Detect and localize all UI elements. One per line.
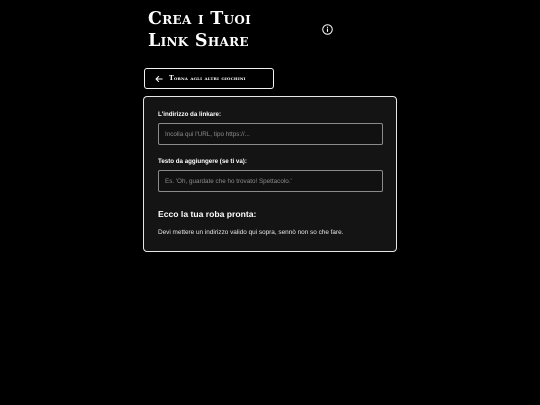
page-title: Crea i Tuoi Link Share	[148, 8, 318, 52]
share-text-input[interactable]	[158, 170, 383, 192]
back-to-games-button[interactable]: Torna agli altri giochini	[144, 68, 274, 89]
info-icon[interactable]	[322, 22, 333, 35]
page-title-line-2: Link Share	[148, 31, 249, 51]
url-field-label: L'indirizzo da linkare:	[158, 111, 222, 118]
result-heading: Ecco la tua roba pronta:	[158, 209, 257, 219]
page: Crea i Tuoi Link Share Torna agli altri …	[0, 0, 540, 405]
text-field-label: Testo da aggiungere (se ti va):	[158, 158, 247, 165]
arrow-left-icon	[155, 75, 163, 82]
page-title-line-1: Crea i Tuoi	[148, 9, 252, 29]
url-input[interactable]	[158, 123, 383, 145]
back-button-label: Torna agli altri giochini	[169, 75, 246, 82]
result-message: Devi mettere un indirizzo valido qui sop…	[158, 229, 344, 236]
link-share-card: L'indirizzo da linkare: Testo da aggiung…	[143, 96, 397, 252]
